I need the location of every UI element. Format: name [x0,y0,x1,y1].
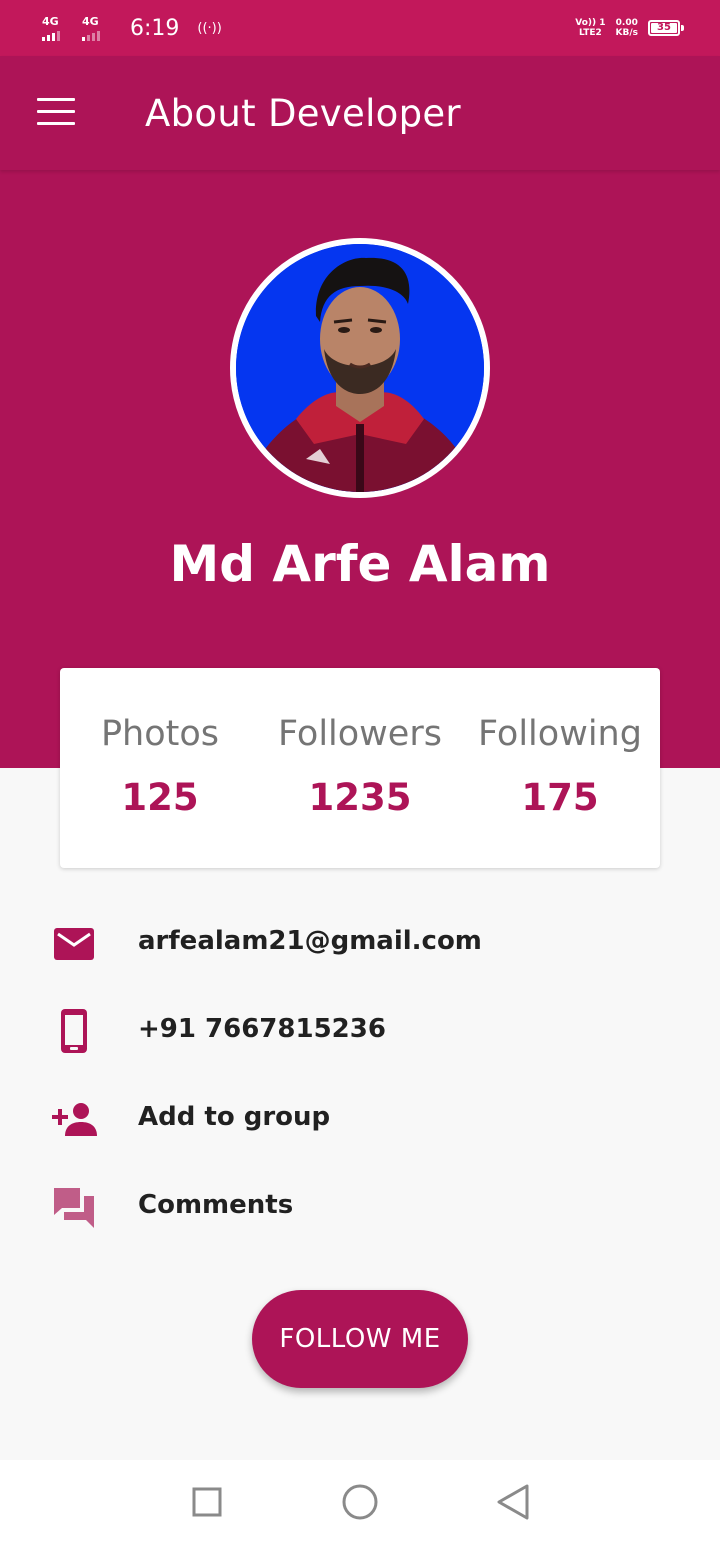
hamburger-menu-icon[interactable] [37,98,75,126]
battery-level: 35 [657,22,671,33]
avatar[interactable] [230,238,490,498]
speed-value: 0.00 [615,18,638,28]
stat-value: 175 [521,776,599,819]
status-right: Vo)) 1 LTE2 0.00 KB/s 35 [575,18,684,38]
email-row[interactable]: arfealam21@gmail.com [0,900,720,988]
follow-me-button[interactable]: FOLLOW ME [252,1290,468,1388]
back-icon[interactable] [491,1480,535,1524]
comments-icon [54,1188,94,1228]
stat-value: 125 [121,776,199,819]
stat-label: Following [478,714,642,754]
signal-icon: 4G [42,15,74,41]
add-person-icon [52,1103,97,1136]
stat-label: Followers [278,714,442,754]
signal-icon-2: 4G [82,15,114,41]
network-type-1: 4G [42,15,59,28]
network-type-2: 4G [82,15,99,28]
battery-icon: 35 [648,20,684,36]
network-speed: 0.00 KB/s [616,18,638,38]
system-nav-bar [0,1460,720,1544]
stat-followers[interactable]: Followers 1235 [260,668,460,868]
add-group-row[interactable]: Add to group [0,1076,720,1164]
email-text: arfealam21@gmail.com [138,926,482,956]
status-left: 4G 4G 6:19 ((·)) [42,15,222,41]
stats-card: Photos 125 Followers 1235 Following 175 [60,668,660,868]
page-title: About Developer [145,92,461,135]
recents-icon[interactable] [185,1480,229,1524]
phone-text: +91 7667815236 [138,1014,386,1044]
lte-label: LTE2 [578,28,602,38]
stat-label: Photos [100,714,220,754]
email-icon [54,928,94,960]
stat-following[interactable]: Following 175 [460,668,660,868]
comments-text: Comments [138,1190,294,1220]
speed-unit: KB/s [615,28,638,38]
profile-photo [236,244,484,492]
stat-photos[interactable]: Photos 125 [60,668,260,868]
hotspot-icon: ((·)) [197,20,222,36]
stat-value: 1235 [308,776,412,819]
volte-indicator: Vo)) 1 LTE2 [575,18,605,38]
phone-icon [61,1009,87,1053]
comments-row[interactable]: Comments [0,1164,720,1252]
add-group-text: Add to group [138,1102,331,1132]
phone-row[interactable]: +91 7667815236 [0,988,720,1076]
home-icon[interactable] [338,1480,382,1524]
status-bar: 4G 4G 6:19 ((·)) Vo)) 1 LTE2 0.00 KB/s 3… [0,0,720,56]
profile-name: Md Arfe Alam [169,535,551,593]
volte-label: Vo)) 1 [575,18,606,28]
status-time: 6:19 [130,15,180,41]
app-bar: About Developer [0,56,720,170]
